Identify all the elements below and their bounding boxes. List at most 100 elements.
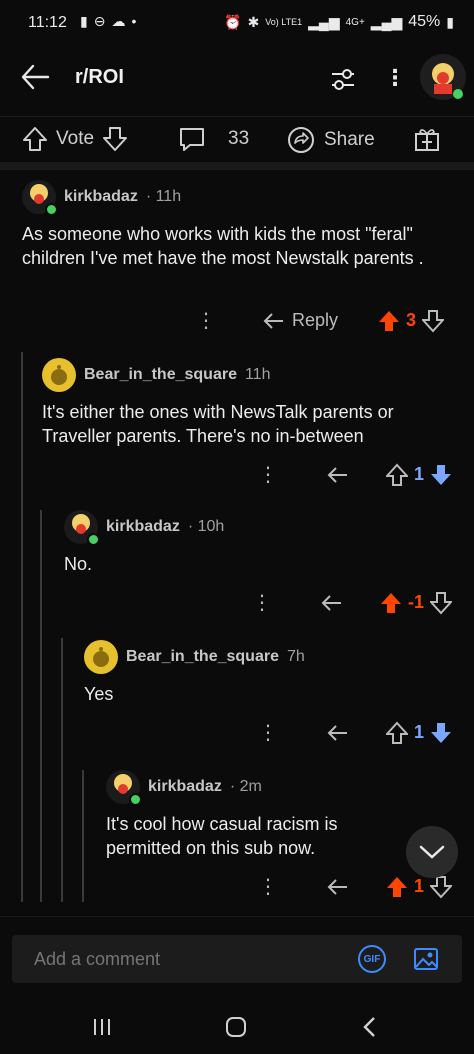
gif-button[interactable]: GIF xyxy=(358,945,386,973)
downvote-icon[interactable] xyxy=(422,309,445,333)
comment-time: · 2m xyxy=(229,778,262,795)
share-button[interactable]: Share xyxy=(286,125,375,155)
avatar[interactable] xyxy=(22,180,58,216)
divider xyxy=(0,162,474,170)
comments-button[interactable]: 33 xyxy=(178,125,249,153)
upvote-icon[interactable] xyxy=(380,591,402,615)
comment: Bear_in_the_square 7h Yes xyxy=(84,640,452,706)
comment-score: 1 xyxy=(414,464,425,484)
home-icon[interactable] xyxy=(224,1015,248,1039)
vote-control: 3 xyxy=(378,309,445,333)
alarm-icon: ⏰ xyxy=(224,13,242,30)
snoo-avatar-icon xyxy=(432,63,463,99)
comment-header: kirkbadaz · 11h xyxy=(22,180,452,216)
image-icon xyxy=(414,948,438,970)
share-icon xyxy=(288,127,314,153)
status-bar: 11:12 ▮ ⊖ ☁ • ⏰ ✱ Vo) LTE1 ▂▄▆ 4G+ ▂▄▆ 4… xyxy=(0,0,474,48)
battery-icon: ▮ xyxy=(446,13,454,30)
upvote-icon[interactable] xyxy=(386,721,408,745)
comment-input[interactable] xyxy=(32,948,336,971)
cloud-icon: ☁ xyxy=(111,13,126,29)
comment-author[interactable]: kirkbadaz xyxy=(148,778,222,796)
award-button[interactable] xyxy=(413,125,441,153)
image-button[interactable] xyxy=(412,945,440,973)
status-time: 11:12 xyxy=(28,14,67,31)
comment-author[interactable]: kirkbadaz xyxy=(106,518,180,536)
comment-count: 33 xyxy=(228,128,250,149)
comment-body: Yes xyxy=(84,684,114,704)
reply-icon[interactable] xyxy=(326,877,350,897)
recent-apps-icon[interactable] xyxy=(90,1015,114,1039)
bottom-area: GIF xyxy=(0,916,474,1054)
comment: kirkbadaz · 11h As someone who works wit… xyxy=(22,180,452,270)
downvote-icon[interactable] xyxy=(430,721,452,745)
back-button[interactable] xyxy=(18,60,58,96)
comment-actions: ⋮ 1 xyxy=(258,874,453,899)
comment-time: · 10h xyxy=(187,518,225,535)
reply-button[interactable]: Reply xyxy=(262,310,338,331)
status-left-icons: ▮ ⊖ ☁ • xyxy=(80,13,136,30)
comment: kirkbadaz · 2m It's cool how casual raci… xyxy=(106,770,406,860)
upvote-icon[interactable] xyxy=(378,309,400,333)
nav-bar: r/ROI ⋮ xyxy=(0,48,474,110)
more-icon[interactable]: ⋮ xyxy=(196,308,216,333)
comment-author[interactable]: Bear_in_the_square xyxy=(126,648,279,666)
comment-icon xyxy=(180,128,204,151)
snoo-default-avatar-icon xyxy=(93,647,109,667)
vote-control: 1 xyxy=(386,875,453,899)
comment-author[interactable]: Bear_in_the_square xyxy=(84,366,237,384)
comment-actions: ⋮ 1 xyxy=(258,720,452,745)
snoo-default-avatar-icon xyxy=(51,365,67,385)
status-right: ⏰ ✱ Vo) LTE1 ▂▄▆ 4G+ ▂▄▆ 45% ▮ xyxy=(224,13,454,31)
comment-score: 1 xyxy=(414,876,425,896)
avatar[interactable] xyxy=(84,640,118,674)
more-button[interactable]: ⋮ xyxy=(383,64,407,94)
network-label: 4G+ xyxy=(345,16,365,28)
avatar[interactable] xyxy=(64,510,100,546)
downvote-icon[interactable] xyxy=(102,125,128,153)
vote-control: 1 xyxy=(386,463,452,487)
comment-actions: ⋮ -1 xyxy=(252,590,453,615)
online-indicator xyxy=(87,533,100,546)
reply-icon[interactable] xyxy=(326,465,350,485)
reply-icon[interactable] xyxy=(326,723,350,743)
comment: kirkbadaz · 10h No. xyxy=(64,510,452,576)
more-icon[interactable]: ⋮ xyxy=(258,462,278,487)
comment-score: -1 xyxy=(408,592,425,612)
avatar[interactable] xyxy=(106,770,142,806)
downvote-icon[interactable] xyxy=(430,591,453,615)
comment-body: It's either the ones with NewsTalk paren… xyxy=(42,402,394,446)
comment-time: 7h xyxy=(286,648,305,665)
dot-icon: • xyxy=(131,13,137,29)
comment-actions: ⋮ Reply 3 xyxy=(196,308,445,333)
upvote-icon[interactable] xyxy=(386,463,408,487)
volte-label: Vo) LTE1 xyxy=(265,17,303,27)
scroll-down-button[interactable] xyxy=(406,826,458,878)
signal-icon: ▂▄▆ xyxy=(308,13,340,30)
downvote-icon[interactable] xyxy=(430,463,452,487)
upvote-icon[interactable] xyxy=(22,125,48,153)
subreddit-title[interactable]: r/ROI xyxy=(75,66,124,89)
comment-body: No. xyxy=(64,554,93,574)
back-nav-icon[interactable] xyxy=(358,1015,382,1039)
vote-control: -1 xyxy=(380,591,453,615)
comment-author[interactable]: kirkbadaz xyxy=(64,188,138,206)
upvote-icon[interactable] xyxy=(386,875,408,899)
filter-button[interactable] xyxy=(328,64,358,94)
reply-icon[interactable] xyxy=(320,593,344,613)
comment-composer[interactable]: GIF xyxy=(12,935,462,983)
comment-body: It's cool how casual racism is permitted… xyxy=(106,814,338,858)
user-avatar[interactable] xyxy=(420,54,466,100)
comment-header: kirkbadaz · 2m xyxy=(106,770,406,806)
more-icon[interactable]: ⋮ xyxy=(258,720,278,745)
comment-actions: ⋮ 1 xyxy=(258,462,452,487)
chevron-down-icon xyxy=(419,845,445,859)
more-icon[interactable]: ⋮ xyxy=(258,874,278,899)
do-not-disturb-icon: ⊖ xyxy=(93,13,106,29)
comment-header: Bear_in_the_square 11h xyxy=(42,358,452,392)
avatar[interactable] xyxy=(42,358,76,392)
more-icon[interactable]: ⋮ xyxy=(252,590,272,615)
filter-icon xyxy=(332,69,354,90)
more-icon: ⋮ xyxy=(384,65,406,90)
downvote-icon[interactable] xyxy=(430,875,453,899)
